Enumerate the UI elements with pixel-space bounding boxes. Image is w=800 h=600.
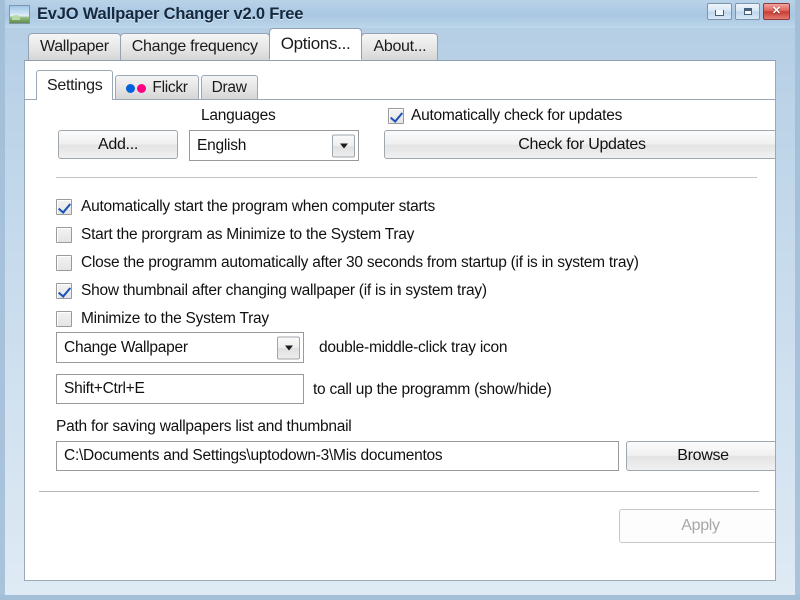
path-label: Path for saving wallpapers list and thum… [56,418,352,435]
option-start-minimized-label: Start the prorgram as Minimize to the Sy… [81,226,415,243]
tab-wallpaper[interactable]: Wallpaper [28,33,121,60]
tab-options[interactable]: Options... [268,28,363,60]
option-close-after-30s-row[interactable]: Close the programm automatically after 3… [56,249,639,277]
maximize-button[interactable] [735,3,760,20]
option-autostart-checkbox[interactable] [56,199,72,215]
options-panel: Settings Flickr Draw Languages Automatic… [24,60,776,581]
chevron-down-icon[interactable] [332,134,355,157]
option-close-after-30s-checkbox[interactable] [56,255,72,271]
option-autostart-row[interactable]: Automatically start the program when com… [56,193,639,221]
option-show-thumbnail-label: Show thumbnail after changing wallpaper … [81,282,487,299]
chevron-down-icon[interactable] [277,336,300,359]
picture-icon [9,4,30,24]
option-minimize-to-tray-checkbox[interactable] [56,311,72,327]
auto-check-updates-row[interactable]: Automatically check for updates [388,107,622,125]
section-divider-bottom [39,491,759,492]
section-divider-top [56,177,757,178]
tray-action-caption: double-middle-click tray icon [319,339,508,356]
add-language-button[interactable]: Add... [58,130,178,159]
flickr-dots-icon [126,83,147,93]
option-show-thumbnail-row[interactable]: Show thumbnail after changing wallpaper … [56,277,639,305]
minimize-button[interactable] [707,3,732,20]
check-for-updates-button[interactable]: Check for Updates [384,130,775,159]
path-input[interactable]: C:\Documents and Settings\uptodown-3\Mis… [56,441,619,471]
sub-tab-bar: Settings Flickr Draw [36,70,260,100]
tray-action-value: Change Wallpaper [64,338,188,356]
apply-button[interactable]: Apply [619,509,775,543]
auto-check-updates-label: Automatically check for updates [411,107,623,124]
tab-settings-label: Settings [47,76,103,94]
tray-action-select[interactable]: Change Wallpaper [56,332,304,363]
main-tab-bar: Wallpaper Change frequency Options... Ab… [5,28,795,60]
option-close-after-30s-label: Close the programm automatically after 3… [81,254,639,271]
hotkey-input[interactable]: Shift+Ctrl+E [56,374,304,404]
option-start-minimized-checkbox[interactable] [56,227,72,243]
tab-flickr-label: Flickr [152,79,188,96]
sub-tab-divider [25,99,775,100]
close-button[interactable] [763,3,790,20]
tab-settings[interactable]: Settings [36,70,114,100]
hotkey-caption: to call up the programm (show/hide) [313,381,552,398]
language-select-value: English [197,136,247,154]
window-controls [707,3,790,20]
window-title: EvJO Wallpaper Changer v2.0 Free [37,4,304,23]
options-checkbox-list: Automatically start the program when com… [56,193,639,333]
title-bar: EvJO Wallpaper Changer v2.0 Free [5,0,795,28]
tab-change-frequency[interactable]: Change frequency [119,33,270,60]
settings-content: Languages Automatically check for update… [25,100,775,580]
tab-draw[interactable]: Draw [200,75,258,100]
browse-button[interactable]: Browse [626,441,775,471]
tab-flickr[interactable]: Flickr [115,75,199,100]
auto-check-updates-checkbox[interactable] [388,108,404,124]
languages-label: Languages [201,107,276,124]
tab-about[interactable]: About... [361,33,439,60]
language-select[interactable]: English [189,130,359,161]
option-show-thumbnail-checkbox[interactable] [56,283,72,299]
application-window: EvJO Wallpaper Changer v2.0 Free Wallpap… [0,0,800,600]
option-start-minimized-row[interactable]: Start the prorgram as Minimize to the Sy… [56,221,639,249]
option-minimize-to-tray-label: Minimize to the System Tray [81,310,269,327]
option-minimize-to-tray-row[interactable]: Minimize to the System Tray [56,305,639,333]
tab-draw-label: Draw [211,79,247,96]
option-autostart-label: Automatically start the program when com… [81,198,435,215]
